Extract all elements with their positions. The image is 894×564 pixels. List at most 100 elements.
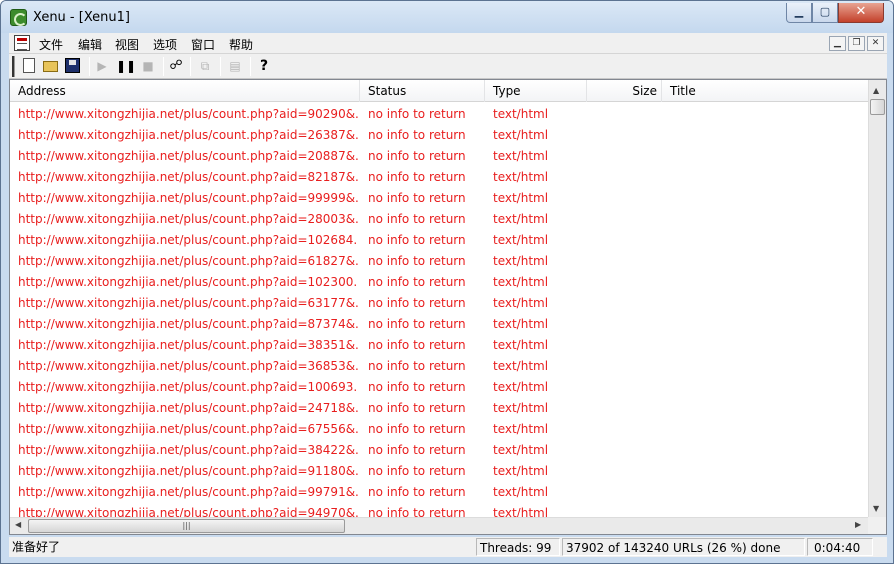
cell-status: no info to return xyxy=(368,443,466,457)
toolbar-grip[interactable] xyxy=(12,56,15,77)
toolbar: ▶ ❚❚ ■ ☍ ⧉ ▤ ? xyxy=(9,54,887,79)
cell-address: http://www.xitongzhijia.net/plus/count.p… xyxy=(18,317,358,331)
table-row[interactable]: http://www.xitongzhijia.net/plus/count.p… xyxy=(10,377,868,398)
cell-address: http://www.xitongzhijia.net/plus/count.p… xyxy=(18,128,358,142)
open-folder-icon xyxy=(43,61,58,72)
child-close-button[interactable]: ✕ xyxy=(867,36,884,51)
menu-edit[interactable]: 编辑 xyxy=(78,36,102,53)
scroll-down-icon[interactable]: ▼ xyxy=(873,504,879,513)
toolbar-separator xyxy=(250,57,251,76)
table-row[interactable]: http://www.xitongzhijia.net/plus/count.p… xyxy=(10,230,868,251)
save-icon xyxy=(65,58,80,73)
menu-window[interactable]: 窗口 xyxy=(191,36,215,53)
table-row[interactable]: http://www.xitongzhijia.net/plus/count.p… xyxy=(10,293,868,314)
table-row[interactable]: http://www.xitongzhijia.net/plus/count.p… xyxy=(10,209,868,230)
scroll-up-icon[interactable]: ▲ xyxy=(873,86,879,95)
menu-view[interactable]: 视图 xyxy=(115,36,139,53)
menu-help[interactable]: 帮助 xyxy=(229,36,253,53)
horizontal-scrollbar[interactable]: ◀ ||| ▶ xyxy=(10,517,868,534)
cell-type: text/html xyxy=(493,317,549,331)
child-minimize-button[interactable]: ▁ xyxy=(829,36,846,51)
window-title: Xenu - [Xenu1] xyxy=(33,10,130,25)
column-header-type[interactable]: Type xyxy=(485,80,587,102)
cell-address: http://www.xitongzhijia.net/plus/count.p… xyxy=(18,191,358,205)
table-row[interactable]: http://www.xitongzhijia.net/plus/count.p… xyxy=(10,251,868,272)
cell-status: no info to return xyxy=(368,485,466,499)
table-row[interactable]: http://www.xitongzhijia.net/plus/count.p… xyxy=(10,125,868,146)
horizontal-scroll-thumb[interactable]: ||| xyxy=(28,519,345,533)
close-icon: ✕ xyxy=(855,4,867,19)
table-row[interactable]: http://www.xitongzhijia.net/plus/count.p… xyxy=(10,398,868,419)
cell-address: http://www.xitongzhijia.net/plus/count.p… xyxy=(18,380,358,394)
cell-address: http://www.xitongzhijia.net/plus/count.p… xyxy=(18,254,358,268)
cell-address: http://www.xitongzhijia.net/plus/count.p… xyxy=(18,485,358,499)
cell-type: text/html xyxy=(493,191,549,205)
table-row[interactable]: http://www.xitongzhijia.net/plus/count.p… xyxy=(10,419,868,440)
cell-type: text/html xyxy=(493,485,549,499)
scroll-right-icon[interactable]: ▶ xyxy=(855,520,861,529)
new-button[interactable] xyxy=(20,57,38,75)
table-row[interactable]: http://www.xitongzhijia.net/plus/count.p… xyxy=(10,335,868,356)
table-row[interactable]: http://www.xitongzhijia.net/plus/count.p… xyxy=(10,461,868,482)
scroll-left-icon[interactable]: ◀ xyxy=(15,520,21,529)
table-row[interactable]: http://www.xitongzhijia.net/plus/count.p… xyxy=(10,104,868,125)
find-button[interactable]: ☍ xyxy=(167,57,185,75)
vertical-scrollbar[interactable]: ▲ ▼ xyxy=(868,80,886,517)
xenu-app-icon[interactable] xyxy=(10,9,27,26)
cell-type: text/html xyxy=(493,338,549,352)
cell-status: no info to return xyxy=(368,317,466,331)
application-window: Xenu - [Xenu1] ▁ ▢ ✕ 文件 编辑 视图 选项 窗口 帮助 ▁… xyxy=(0,0,894,564)
cell-status: no info to return xyxy=(368,422,466,436)
cell-status: no info to return xyxy=(368,149,466,163)
cell-address: http://www.xitongzhijia.net/plus/count.p… xyxy=(18,107,358,121)
status-bar: 准备好了 Threads: 99 37902 of 143240 URLs (2… xyxy=(9,537,887,557)
title-bar[interactable]: Xenu - [Xenu1] ▁ ▢ ✕ xyxy=(1,1,893,33)
column-header-status[interactable]: Status xyxy=(360,80,485,102)
cell-type: text/html xyxy=(493,296,549,310)
copy-icon: ⧉ xyxy=(200,59,210,73)
status-threads: Threads: 99 xyxy=(476,538,560,556)
cell-address: http://www.xitongzhijia.net/plus/count.p… xyxy=(18,233,358,247)
save-button[interactable] xyxy=(64,57,82,75)
cell-address: http://www.xitongzhijia.net/plus/count.p… xyxy=(18,296,358,310)
cell-type: text/html xyxy=(493,128,549,142)
cell-status: no info to return xyxy=(368,380,466,394)
table-row[interactable]: http://www.xitongzhijia.net/plus/count.p… xyxy=(10,146,868,167)
table-row[interactable]: http://www.xitongzhijia.net/plus/count.p… xyxy=(10,356,868,377)
pause-button[interactable]: ❚❚ xyxy=(116,57,136,75)
table-row[interactable]: http://www.xitongzhijia.net/plus/count.p… xyxy=(10,314,868,335)
table-row[interactable]: http://www.xitongzhijia.net/plus/count.p… xyxy=(10,272,868,293)
start-button[interactable]: ▶ xyxy=(93,57,111,75)
new-document-icon xyxy=(23,58,35,73)
help-button[interactable]: ? xyxy=(255,57,273,75)
menu-options[interactable]: 选项 xyxy=(153,36,177,53)
cell-address: http://www.xitongzhijia.net/plus/count.p… xyxy=(18,464,358,478)
close-button[interactable]: ✕ xyxy=(838,3,884,23)
properties-button[interactable]: ▤ xyxy=(226,57,244,75)
document-system-menu-icon[interactable] xyxy=(14,35,30,51)
child-restore-button[interactable]: ❐ xyxy=(848,36,865,51)
stop-button[interactable]: ■ xyxy=(139,57,157,75)
cell-address: http://www.xitongzhijia.net/plus/count.p… xyxy=(18,212,358,226)
table-row[interactable]: http://www.xitongzhijia.net/plus/count.p… xyxy=(10,167,868,188)
copy-button[interactable]: ⧉ xyxy=(196,57,214,75)
table-row[interactable]: http://www.xitongzhijia.net/plus/count.p… xyxy=(10,440,868,461)
column-header-title[interactable]: Title xyxy=(662,80,868,102)
results-list[interactable]: Address Status Type Size Title http://ww… xyxy=(9,79,887,535)
table-row[interactable]: http://www.xitongzhijia.net/plus/count.p… xyxy=(10,482,868,503)
vertical-scroll-thumb[interactable] xyxy=(870,99,885,115)
toolbar-separator xyxy=(190,57,191,76)
help-icon: ? xyxy=(259,58,269,74)
cell-address: http://www.xitongzhijia.net/plus/count.p… xyxy=(18,401,358,415)
minimize-button[interactable]: ▁ xyxy=(786,3,812,23)
open-button[interactable] xyxy=(42,57,60,75)
column-header-size[interactable]: Size xyxy=(587,80,662,102)
column-header-address[interactable]: Address xyxy=(10,80,360,102)
cell-type: text/html xyxy=(493,149,549,163)
maximize-button[interactable]: ▢ xyxy=(812,3,838,23)
menu-file[interactable]: 文件 xyxy=(39,36,63,53)
minimize-icon: ▁ xyxy=(794,5,804,18)
table-row[interactable]: http://www.xitongzhijia.net/plus/count.p… xyxy=(10,188,868,209)
table-row[interactable]: http://www.xitongzhijia.net/plus/count.p… xyxy=(10,503,868,518)
cell-status: no info to return xyxy=(368,212,466,226)
